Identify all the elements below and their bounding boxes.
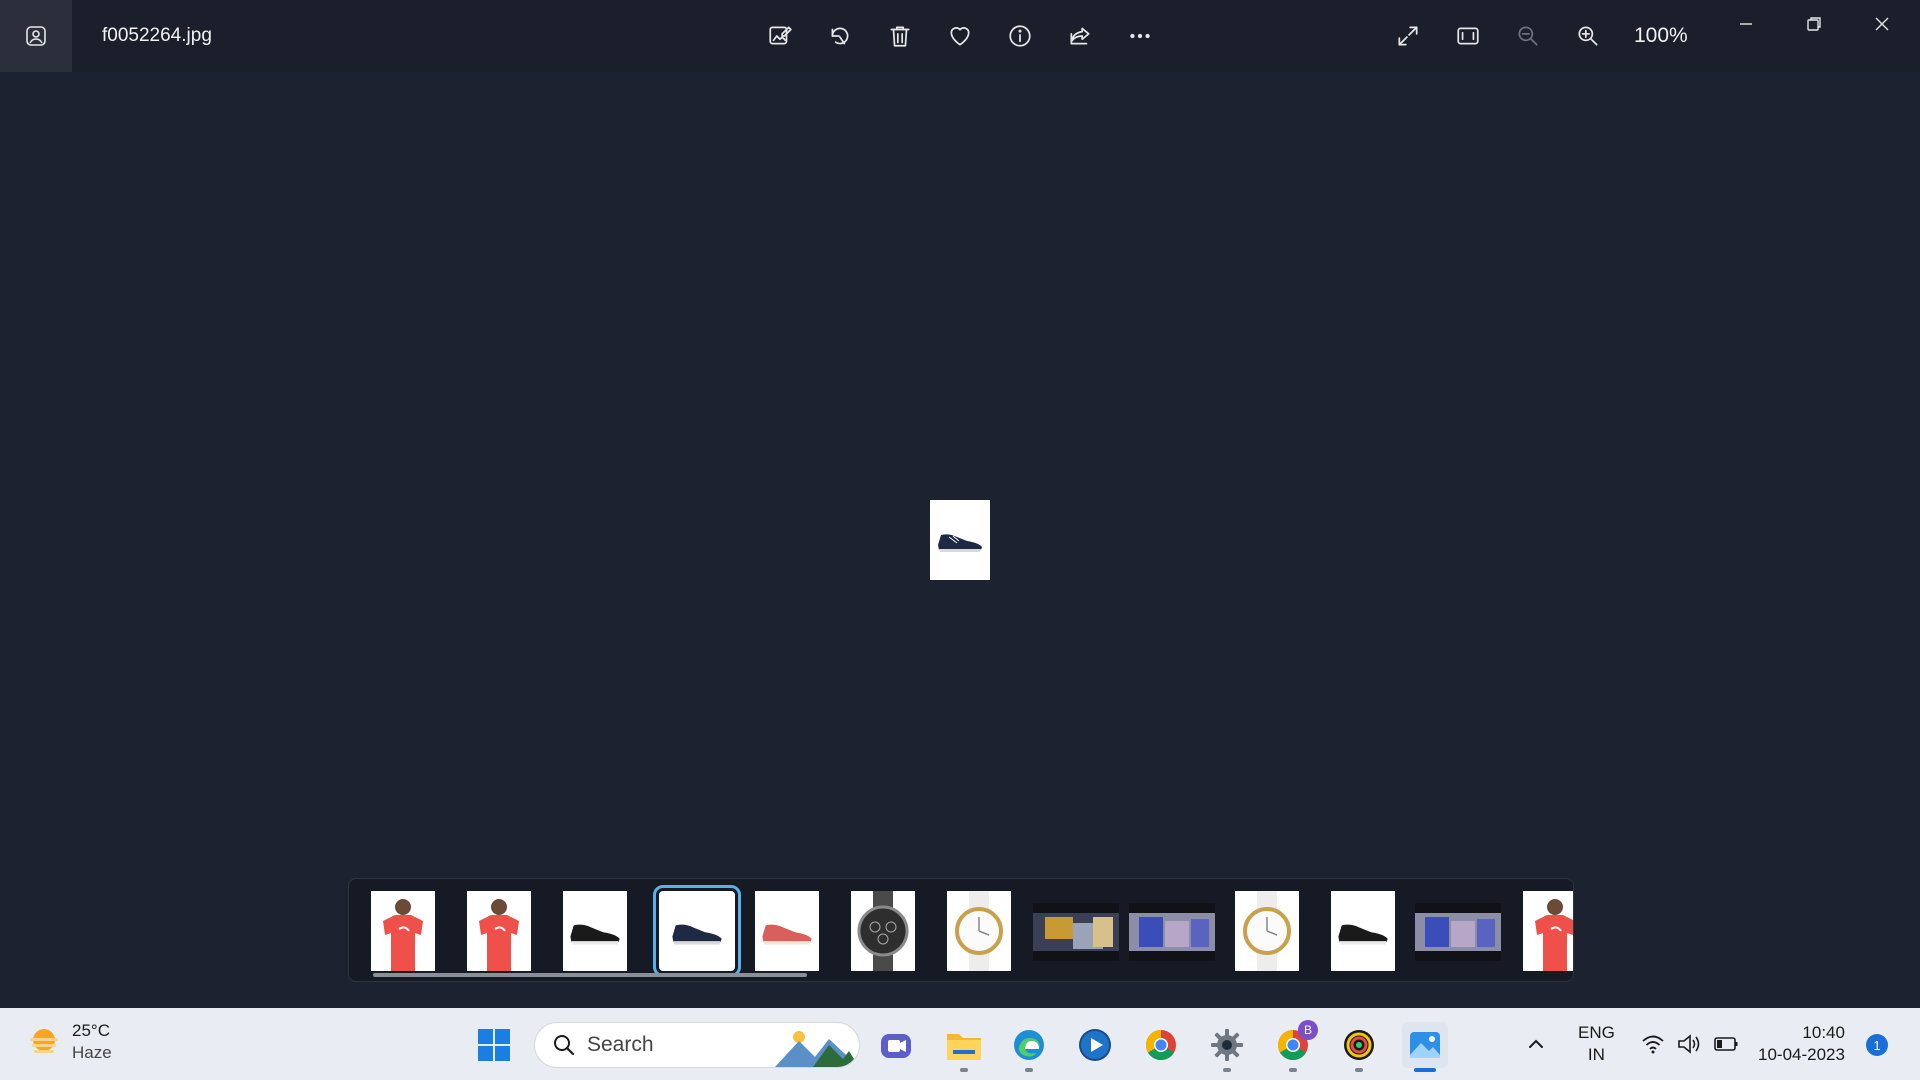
- running-indicator: [1025, 1068, 1033, 1072]
- thumbnail[interactable]: [1415, 903, 1501, 961]
- red-tshirt-thumbnail: [1535, 899, 1573, 971]
- volume-icon: [1678, 1034, 1700, 1054]
- share-icon[interactable]: [1062, 18, 1098, 54]
- clock[interactable]: 10:40 10-04-2023: [1758, 1008, 1845, 1080]
- clock-time: 10:40: [1802, 1023, 1845, 1042]
- file-name: f0052264.jpg: [102, 25, 212, 46]
- restore-button[interactable]: [1784, 6, 1844, 42]
- notification-badge[interactable]: 1: [1866, 1034, 1888, 1056]
- taskbar-photos[interactable]: [1402, 1022, 1448, 1072]
- navy-sneaker-image: [938, 534, 982, 552]
- thumbnail[interactable]: [947, 891, 1011, 971]
- zoom-level[interactable]: 100%: [1634, 24, 1688, 48]
- minimize-button[interactable]: [1716, 6, 1776, 42]
- taskbar-file-explorer[interactable]: [941, 1022, 987, 1072]
- rotate-icon[interactable]: [822, 18, 858, 54]
- blurry-photo-thumbnail: [1033, 903, 1119, 961]
- filmstrip: [348, 878, 1574, 982]
- thumbnail[interactable]: [371, 891, 435, 971]
- gold-white-watch-thumbnail: [955, 891, 1003, 971]
- running-indicator: [960, 1068, 968, 1072]
- profile-badge: B: [1298, 1020, 1318, 1040]
- thumbnail[interactable]: [1129, 903, 1215, 961]
- thumbnail[interactable]: [467, 891, 531, 971]
- language-region: IN: [1587, 1045, 1605, 1064]
- battery-icon: [1714, 1037, 1738, 1051]
- chronograph-watch-thumbnail: [857, 891, 909, 971]
- gold-white-watch-thumbnail: [1243, 891, 1291, 971]
- search-highlight-icon: [775, 1031, 859, 1067]
- taskbar-media-player[interactable]: [1072, 1022, 1118, 1068]
- thumbnail[interactable]: [1033, 903, 1119, 961]
- navy-sneaker-thumbnail: [672, 924, 722, 945]
- taskbar-settings[interactable]: [1204, 1022, 1250, 1072]
- clock-date: 10-04-2023: [1758, 1045, 1845, 1064]
- weather-condition: Haze: [72, 1043, 112, 1062]
- windows-icon: [478, 1029, 510, 1061]
- thumbnail[interactable]: [563, 891, 627, 971]
- chevron-up-icon: [1529, 1039, 1543, 1048]
- displayed-image[interactable]: [930, 500, 990, 580]
- favorite-icon[interactable]: [942, 18, 978, 54]
- blurry-photo-thumbnail: [1129, 903, 1215, 961]
- close-button[interactable]: [1852, 6, 1912, 42]
- more-icon[interactable]: [1122, 18, 1158, 54]
- show-hidden-icons[interactable]: [1524, 1008, 1548, 1080]
- folder-icon: [947, 1034, 981, 1060]
- thumbnail[interactable]: [755, 891, 819, 971]
- red-sneaker-thumbnail: [762, 924, 812, 945]
- running-indicator: [1289, 1068, 1297, 1072]
- taskbar-search[interactable]: Search: [534, 1022, 860, 1068]
- camera-app-icon: [1344, 1030, 1374, 1060]
- edge-icon: [1014, 1030, 1044, 1060]
- photos-app-icon[interactable]: [0, 0, 72, 72]
- thumbnail[interactable]: [1235, 891, 1299, 971]
- fit-window-icon[interactable]: [1450, 18, 1486, 54]
- taskbar-chrome[interactable]: [1138, 1022, 1184, 1068]
- thumbnail-selected[interactable]: [653, 885, 741, 977]
- zoom-in-icon[interactable]: [1570, 18, 1606, 54]
- search-label: Search: [587, 1033, 654, 1056]
- full-screen-icon[interactable]: [1390, 18, 1426, 54]
- media-player-icon: [1079, 1029, 1111, 1061]
- blurry-photo-thumbnail: [1415, 903, 1501, 961]
- start-button[interactable]: [471, 1022, 517, 1068]
- language-indicator[interactable]: ENG IN: [1578, 1008, 1615, 1080]
- taskbar-edge[interactable]: [1006, 1022, 1052, 1072]
- red-tshirt-thumbnail: [383, 899, 423, 971]
- black-sneaker-thumbnail: [1338, 924, 1388, 945]
- search-icon: [554, 1035, 575, 1056]
- black-sneaker-thumbnail: [570, 924, 620, 945]
- quick-settings[interactable]: [1640, 1008, 1740, 1080]
- taskbar-camera-app[interactable]: [1336, 1022, 1382, 1072]
- edit-image-icon[interactable]: [762, 18, 798, 54]
- language-code: ENG: [1578, 1023, 1615, 1042]
- info-icon[interactable]: [1002, 18, 1038, 54]
- taskbar-teams-meet[interactable]: [873, 1022, 919, 1068]
- delete-icon[interactable]: [882, 18, 918, 54]
- haze-weather-icon: [30, 1029, 58, 1053]
- thumbnail[interactable]: [1523, 891, 1573, 971]
- active-indicator: [1414, 1068, 1436, 1072]
- gear-icon: [1211, 1029, 1243, 1061]
- weather-temperature: 25°C: [72, 1021, 110, 1040]
- filmstrip-scrollbar[interactable]: [373, 973, 807, 977]
- thumbnail[interactable]: [851, 891, 915, 971]
- wifi-icon: [1642, 1035, 1664, 1054]
- taskbar: 25°C Haze Search B ENG IN 10:40 10-04-20…: [0, 1008, 1920, 1080]
- photos-icon: [1410, 1032, 1440, 1058]
- zoom-out-icon[interactable]: [1510, 18, 1546, 54]
- teams-meet-icon: [881, 1034, 911, 1058]
- weather-widget[interactable]: 25°C Haze: [26, 1020, 112, 1064]
- chrome-icon: [1145, 1030, 1176, 1061]
- thumbnail[interactable]: [1331, 891, 1395, 971]
- title-bar: f0052264.jpg 100%: [0, 0, 1920, 72]
- running-indicator: [1223, 1068, 1231, 1072]
- taskbar-chrome-profile[interactable]: B: [1270, 1020, 1318, 1072]
- red-tshirt-thumbnail: [479, 899, 519, 971]
- running-indicator: [1355, 1068, 1363, 1072]
